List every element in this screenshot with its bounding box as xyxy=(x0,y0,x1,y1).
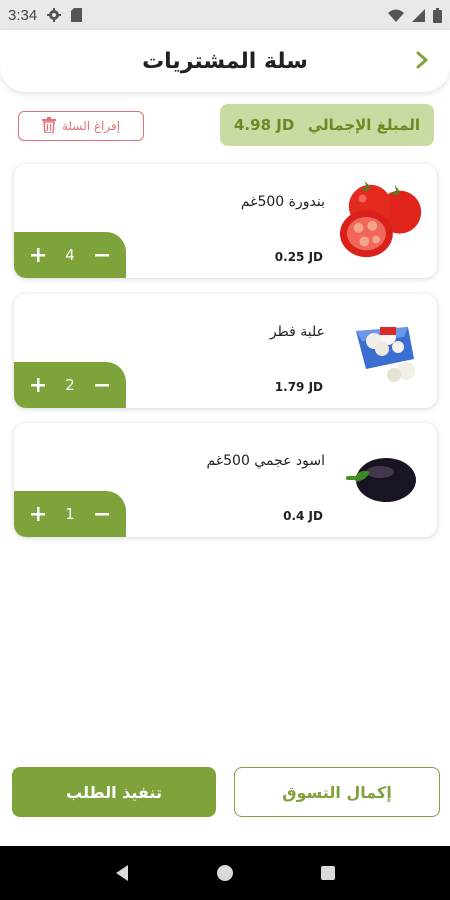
trash-icon xyxy=(41,116,56,136)
decrease-button[interactable] xyxy=(89,372,115,398)
increase-button[interactable] xyxy=(25,242,51,268)
back-nav-button[interactable] xyxy=(102,853,142,893)
status-time: 3:34 xyxy=(8,6,38,24)
status-bar: 3:34 xyxy=(0,0,450,30)
sd-card-icon xyxy=(71,8,83,22)
decrease-button[interactable] xyxy=(89,501,115,527)
cart-item: بندورة 500غم 0.25 JD 4 xyxy=(14,164,437,278)
settings-icon xyxy=(47,8,62,22)
continue-shopping-button[interactable]: إكمال التسوق xyxy=(234,767,440,817)
quantity-value: 4 xyxy=(65,246,75,264)
square-recents-icon xyxy=(321,866,336,880)
plus-icon xyxy=(31,378,46,392)
decrease-button[interactable] xyxy=(89,242,115,268)
minus-icon xyxy=(94,384,109,387)
item-name: علبة فطر xyxy=(269,324,325,340)
cart-item: اسود عجمي 500غم 0.4 JD 1 xyxy=(14,423,437,537)
mushroom-box-image xyxy=(339,304,429,394)
quantity-value: 1 xyxy=(65,505,75,523)
plus-icon xyxy=(31,248,46,262)
minus-icon xyxy=(94,513,109,516)
increase-button[interactable] xyxy=(25,501,51,527)
checkout-button[interactable]: تنفيذ الطلب xyxy=(12,767,216,817)
item-name: بندورة 500غم xyxy=(240,194,325,210)
battery-icon xyxy=(433,7,442,23)
item-price: 1.79 JD xyxy=(274,380,323,394)
checkout-label: تنفيذ الطلب xyxy=(66,782,162,802)
continue-shopping-label: إكمال التسوق xyxy=(282,782,392,802)
empty-cart-button[interactable]: إفراغ السلة xyxy=(18,111,144,141)
eggplant-image xyxy=(339,433,429,523)
empty-cart-label: إفراغ السلة xyxy=(61,119,121,133)
item-price: 0.25 JD xyxy=(274,250,323,264)
item-price: 0.4 JD xyxy=(283,509,323,523)
cart-item: علبة فطر 1.79 JD 2 xyxy=(14,294,437,408)
tomato-image xyxy=(339,174,429,264)
system-nav-bar xyxy=(0,846,450,900)
item-name: اسود عجمي 500غم xyxy=(206,453,325,469)
wifi-icon xyxy=(388,9,404,22)
total-label: المبلغ الإجمالي xyxy=(307,116,420,134)
quantity-stepper: 4 xyxy=(14,232,126,278)
home-nav-button[interactable] xyxy=(205,853,245,893)
triangle-back-icon xyxy=(115,865,128,881)
plus-icon xyxy=(31,507,46,521)
back-button[interactable] xyxy=(412,48,432,72)
circle-home-icon xyxy=(216,865,233,881)
quantity-stepper: 2 xyxy=(14,362,126,408)
total-amount-box: المبلغ الإجمالي 4.98 JD xyxy=(220,104,434,146)
recents-nav-button[interactable] xyxy=(308,853,348,893)
minus-icon xyxy=(94,254,109,257)
total-value: 4.98 JD xyxy=(234,116,295,134)
signal-icon xyxy=(412,8,425,22)
quantity-stepper: 1 xyxy=(14,491,126,537)
increase-button[interactable] xyxy=(25,372,51,398)
app-header: سلة المشتريات xyxy=(0,30,450,92)
quantity-value: 2 xyxy=(65,376,75,394)
chevron-right-icon xyxy=(416,51,428,69)
page-title: سلة المشتريات xyxy=(142,48,308,74)
